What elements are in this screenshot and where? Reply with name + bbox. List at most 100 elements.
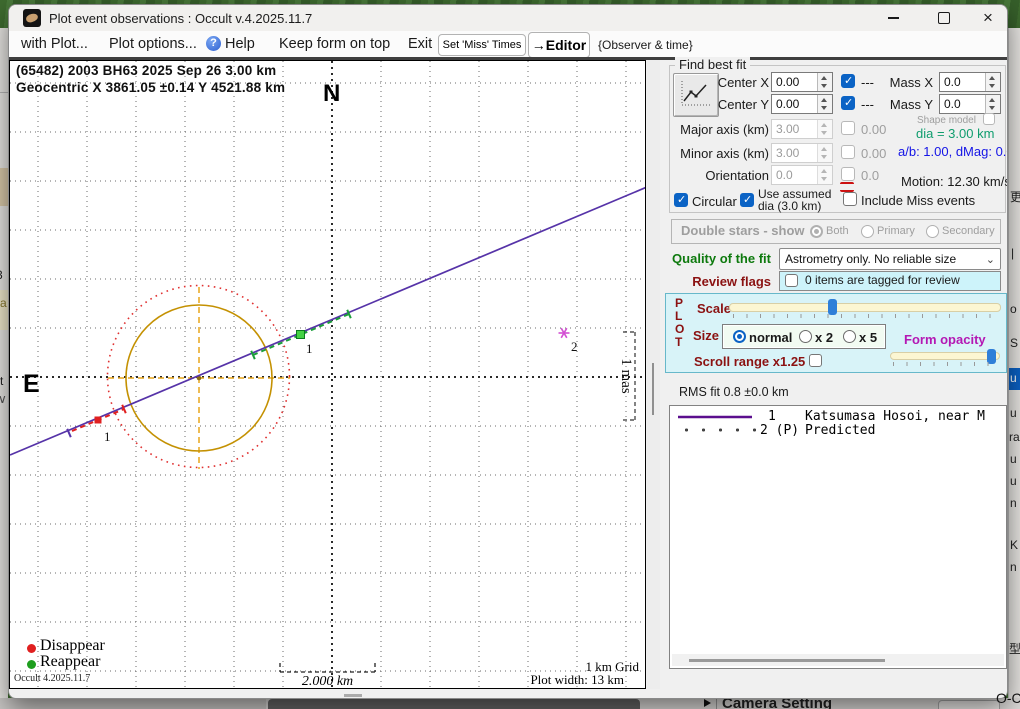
minor-axis-field[interactable]: 3.00 [771, 143, 833, 163]
left-fragment: 3 [0, 268, 3, 282]
center-x-label: Center X [689, 75, 769, 90]
quality-combobox[interactable]: Astrometry only. No reliable size⌄ [779, 248, 1001, 270]
double-stars-primary-radio[interactable] [861, 225, 874, 238]
right-fragment: o [1010, 302, 1017, 316]
opacity-slider-track[interactable] [890, 352, 1000, 360]
observation-row-num: 1 [768, 409, 776, 424]
reappear-label: 1 [306, 341, 313, 356]
north-label: N [323, 80, 340, 107]
plot-canvas[interactable]: 1 1 2 1 mas [9, 60, 646, 689]
reappear-marker[interactable] [297, 331, 305, 339]
orientation-checkbox[interactable] [841, 167, 855, 181]
mass-x-label: Mass X [879, 75, 933, 90]
scale-slider-track[interactable] [729, 303, 1001, 312]
set-miss-times-button[interactable]: Set 'Miss' Times [438, 34, 526, 56]
shape-model-checkbox[interactable] [983, 113, 995, 125]
editor-button[interactable]: →Editor [528, 32, 590, 58]
minimize-button[interactable] [871, 5, 915, 31]
size-normal-radio[interactable] [733, 330, 746, 343]
scale-slider-ticks [733, 314, 999, 318]
opacity-slider-ticks [893, 362, 998, 366]
form-opacity-label: Form opacity [904, 332, 986, 347]
right-fragment: u [1010, 474, 1017, 488]
mass-x-field[interactable]: 0.0 [939, 72, 1001, 92]
chord-1-line-sample [678, 415, 758, 419]
observation-row-name: Predicted [805, 423, 875, 438]
window-bottom-scrollbar[interactable] [344, 694, 362, 697]
center-y-checkbox[interactable] [841, 96, 855, 110]
predicted-label: 2 [571, 339, 578, 354]
size-x5-radio[interactable] [843, 330, 856, 343]
use-assumed-label-2: dia (3.0 km) [758, 199, 821, 213]
plot-title-1: (65482) 2003 BH63 2025 Sep 26 3.00 km [16, 63, 276, 78]
right-fragment: ra [1009, 430, 1020, 444]
center-x-dash: --- [861, 75, 874, 90]
chord-2-dotted-sample [678, 427, 756, 433]
disappear-label: 1 [104, 429, 111, 444]
center-y-spinner[interactable] [817, 95, 832, 113]
major-axis-field[interactable]: 3.00 [771, 119, 833, 139]
plot-title-2: Geocentric X 3861.05 ±0.14 Y 4521.88 km [16, 80, 285, 95]
maximize-button[interactable] [922, 5, 966, 31]
right-fragment: | [1011, 246, 1014, 260]
menu-keep-on-top[interactable]: Keep form on top [279, 36, 390, 52]
disappear-marker[interactable] [95, 417, 102, 424]
scale-label: Scale [697, 301, 731, 316]
include-miss-checkbox[interactable] [843, 192, 857, 206]
size-x2-radio[interactable] [799, 330, 812, 343]
major-axis-checkbox[interactable] [841, 121, 855, 135]
double-stars-both-label: Both [826, 225, 849, 237]
double-stars-both-radio[interactable] [810, 225, 823, 238]
review-flags-checkbox[interactable] [785, 274, 798, 287]
circular-checkbox[interactable] [674, 193, 688, 207]
mass-x-spinner[interactable] [985, 73, 1000, 91]
plot-letter-o: O [675, 322, 684, 336]
scale-slider-thumb[interactable] [828, 299, 837, 315]
mas-label: 1 mas [618, 358, 634, 394]
menu-plot-options[interactable]: Plot options... [109, 36, 197, 52]
menu-help[interactable]: Help [225, 36, 255, 52]
predicted-marker[interactable] [559, 328, 570, 338]
mass-y-spinner[interactable] [985, 95, 1000, 113]
dia-note: dia = 3.00 km [916, 126, 994, 141]
double-stars-secondary-radio[interactable] [926, 225, 939, 238]
left-fragment: t [0, 374, 3, 388]
observations-listbox[interactable]: 1 Katsumasa Hosoi, near M 2 (P) Predicte… [669, 405, 1007, 669]
minor-axis-label: Minor axis (km) [659, 146, 769, 161]
major-axis-aux: 0.00 [861, 122, 886, 137]
center-x-checkbox[interactable] [841, 74, 855, 88]
observation-row-name: Katsumasa Hosoi, near M [805, 409, 985, 424]
use-assumed-checkbox[interactable] [740, 193, 754, 207]
right-fragment: n [1010, 496, 1017, 510]
play-icon [704, 699, 711, 707]
menu-exit[interactable]: Exit [408, 36, 432, 52]
center-y-field[interactable]: 0.00 [771, 94, 833, 114]
menu-with-plot[interactable]: with Plot... [21, 36, 88, 52]
background-window-left: 3 a t ∨ [0, 28, 8, 700]
center-x-spinner[interactable] [817, 73, 832, 91]
right-fragment: u [1010, 406, 1017, 420]
orientation-field[interactable]: 0.0 [771, 165, 833, 185]
help-icon[interactable]: ? [206, 36, 221, 51]
east-label: E [23, 370, 40, 398]
major-axis-label: Major axis (km) [659, 122, 769, 137]
include-miss-label: Include Miss events [861, 193, 975, 208]
reappear-legend-label: Reappear [40, 653, 100, 671]
listbox-horizontal-scrollbar[interactable] [672, 654, 1004, 666]
background-button [938, 700, 1000, 709]
orientation-aux: 0.0 [861, 168, 879, 183]
right-fragment: 型 [1009, 640, 1020, 657]
mass-y-field[interactable]: 0.0 [939, 94, 1001, 114]
center-x-field[interactable]: 0.00 [771, 72, 833, 92]
chord-1-line[interactable] [10, 187, 645, 455]
right-fragment: u [1010, 452, 1017, 466]
desktop: 3 a t ∨ 更 | o u S u ra u u n K n 型 Camer… [0, 0, 1020, 709]
size-normal-label: normal [749, 330, 792, 345]
title-bar[interactable]: Plot event observations : Occult v.4.202… [9, 5, 1007, 31]
scroll-range-checkbox[interactable] [809, 354, 822, 367]
circular-label: Circular [692, 194, 737, 209]
close-button[interactable]: × [966, 5, 1008, 31]
review-flags-label: Review flags [649, 274, 771, 289]
minor-axis-checkbox[interactable] [841, 145, 855, 159]
version-label: Occult 4.2025.11.7 [14, 673, 90, 684]
